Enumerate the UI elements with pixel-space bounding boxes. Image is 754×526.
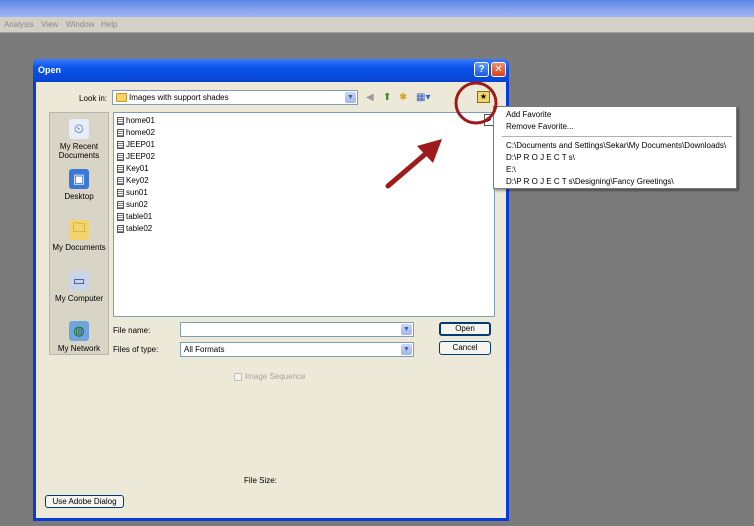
close-button[interactable]: ✕ <box>491 62 506 77</box>
my-network-icon: ◍ <box>69 321 89 341</box>
file-name-label: File name: <box>113 326 151 335</box>
file-name-field[interactable]: ▼ <box>180 322 414 337</box>
file-list[interactable]: home01 home02 JEEP01 JEEP02 Key01 Key02 … <box>113 112 495 317</box>
favorites-menu: Add Favorite Remove Favorite... C:\Docum… <box>493 106 737 189</box>
list-item[interactable]: sun02 <box>117 199 148 211</box>
place-my-network[interactable]: ◍ My Network <box>50 321 108 353</box>
files-of-type-value: All Formats <box>184 345 225 354</box>
image-file-icon <box>117 176 124 185</box>
place-my-computer[interactable]: ▭ My Computer <box>50 271 108 303</box>
image-file-icon <box>117 224 124 233</box>
list-item[interactable]: sun01 <box>117 187 148 199</box>
file-name: JEEP01 <box>126 140 155 149</box>
look-in-value: Images with support shades <box>129 93 229 102</box>
help-button[interactable]: ? <box>474 62 489 77</box>
back-icon[interactable]: ◀ <box>366 92 374 104</box>
my-documents-icon: 🗀 <box>69 220 89 240</box>
image-file-icon <box>117 200 124 209</box>
file-name: sun02 <box>126 200 148 209</box>
menu-analysis[interactable]: Analysis <box>4 20 34 29</box>
place-my-recent-documents[interactable]: ⏲ My Recent Documents <box>50 119 108 160</box>
image-sequence-checkbox[interactable] <box>234 372 242 381</box>
favorite-path-item[interactable]: D:\P R O J E C T s\ <box>506 153 575 162</box>
file-name: table01 <box>126 212 153 221</box>
place-label: My Computer <box>54 294 103 303</box>
favorite-path-item[interactable]: E:\ <box>506 165 516 174</box>
desktop-icon: ▣ <box>69 169 89 189</box>
image-file-icon <box>117 140 124 149</box>
list-item[interactable]: JEEP02 <box>117 151 155 163</box>
new-folder-icon[interactable]: ✱ <box>399 92 407 104</box>
favorite-path-item[interactable]: D:\P R O J E C T s\Designing\Fancy Greet… <box>506 177 674 186</box>
places-bar: ⏲ My Recent Documents ▣ Desktop 🗀 My Doc… <box>49 112 109 355</box>
view-menu-icon[interactable]: ▦▾ <box>416 92 430 104</box>
file-name: table02 <box>126 224 153 233</box>
list-item[interactable]: Key02 <box>117 175 149 187</box>
menu-view[interactable]: View <box>41 20 58 29</box>
file-name: sun01 <box>126 188 148 197</box>
image-file-icon <box>117 164 124 173</box>
file-name: home01 <box>126 116 155 125</box>
chevron-down-icon[interactable]: ▼ <box>401 324 412 335</box>
folder-icon <box>116 93 127 103</box>
list-item[interactable]: home01 <box>117 115 155 127</box>
app-titlebar <box>0 0 754 17</box>
image-file-icon <box>117 116 124 125</box>
app-menubar: Analysis View Window Help <box>0 17 754 33</box>
favorites-icon[interactable]: ★ <box>477 91 490 103</box>
add-favorite-item[interactable]: Add Favorite <box>506 110 551 119</box>
image-sequence-option[interactable]: Image Sequence <box>234 372 306 381</box>
menu-help[interactable]: Help <box>101 20 117 29</box>
recent-documents-icon: ⏲ <box>69 119 89 139</box>
up-folder-icon[interactable]: ⬆ <box>383 92 391 104</box>
my-computer-icon: ▭ <box>69 271 89 291</box>
cancel-button[interactable]: Cancel <box>439 341 491 355</box>
list-item[interactable]: home02 <box>117 127 155 139</box>
image-file-icon <box>117 128 124 137</box>
place-label: Desktop <box>64 192 94 201</box>
place-label: My Recent Documents <box>58 142 100 160</box>
file-name: home02 <box>126 128 155 137</box>
place-my-documents[interactable]: 🗀 My Documents <box>50 220 108 252</box>
dialog-title: Open <box>38 65 62 75</box>
files-of-type-label: Files of type: <box>113 345 159 354</box>
look-in-combo[interactable]: Images with support shades ▼ <box>112 90 358 105</box>
file-name: JEEP02 <box>126 152 155 161</box>
image-file-icon <box>117 152 124 161</box>
open-button[interactable]: Open <box>439 322 491 336</box>
menu-divider <box>502 136 732 137</box>
image-sequence-label: Image Sequence <box>245 372 306 381</box>
files-of-type-select[interactable]: All Formats ▼ <box>180 342 414 357</box>
place-label: My Network <box>57 344 101 353</box>
chevron-down-icon[interactable]: ▼ <box>401 344 412 355</box>
dialog-titlebar[interactable]: Open ? ✕ <box>33 59 509 82</box>
place-label: My Documents <box>52 243 106 252</box>
remove-favorite-item[interactable]: Remove Favorite... <box>506 122 574 131</box>
image-file-icon <box>117 188 124 197</box>
place-desktop[interactable]: ▣ Desktop <box>50 169 108 201</box>
list-item[interactable]: Key01 <box>117 163 149 175</box>
file-name: Key01 <box>126 164 149 173</box>
list-item[interactable]: table02 <box>117 223 152 235</box>
open-dialog: Open ? ✕ Look in: Images with support sh… <box>33 59 509 521</box>
chevron-down-icon[interactable]: ▼ <box>345 92 356 103</box>
dialog-body: Look in: Images with support shades ▼ ◀ … <box>36 82 506 518</box>
list-item[interactable]: JEEP01 <box>117 139 155 151</box>
file-name: Key02 <box>126 176 149 185</box>
menu-window[interactable]: Window <box>66 20 94 29</box>
use-adobe-dialog-button[interactable]: Use Adobe Dialog <box>45 495 124 508</box>
image-file-icon <box>117 212 124 221</box>
file-size-label: File Size: <box>244 476 277 485</box>
favorite-path-item[interactable]: C:\Documents and Settings\Sekar\My Docum… <box>506 141 726 150</box>
look-in-label: Look in: <box>79 94 108 103</box>
list-item[interactable]: table01 <box>117 211 152 223</box>
